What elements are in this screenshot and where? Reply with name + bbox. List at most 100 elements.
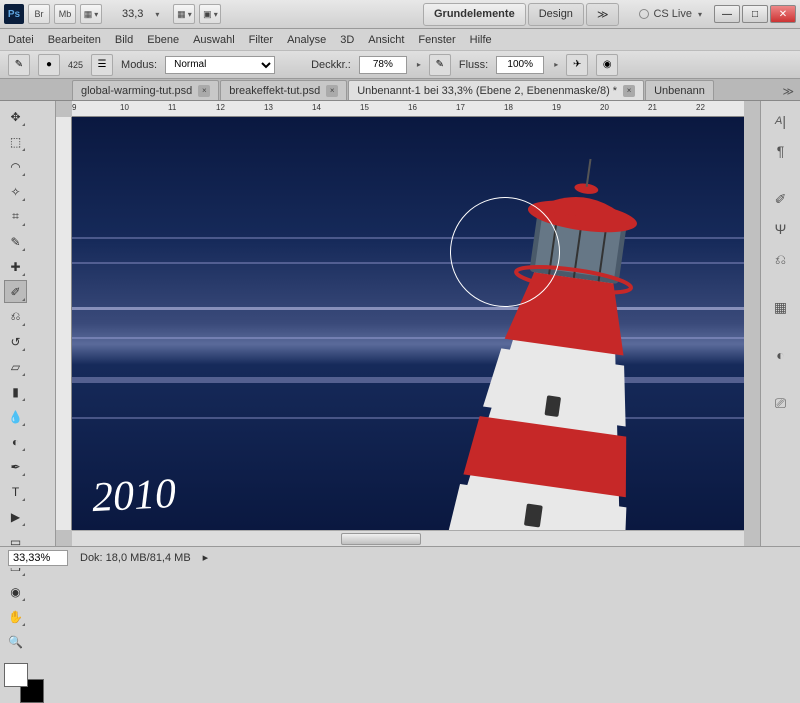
clone-stamp-tool[interactable]: ⎌ [4,305,27,328]
flow-slider-icon[interactable]: ▸ [554,60,558,69]
brush-panel-icon[interactable]: ✐ [767,187,795,211]
close-button[interactable]: ✕ [770,5,796,23]
lighthouse-image [372,147,744,530]
menu-image[interactable]: Bild [115,34,133,46]
pressure-opacity-toggle[interactable]: ✎ [429,54,451,76]
airbrush-toggle[interactable]: ✈ [566,54,588,76]
document-tab[interactable]: Unbenannt-1 bei 33,3% (Ebene 2, Ebenenma… [348,80,644,100]
document-tab[interactable]: Unbenann [645,80,714,100]
document-tab-label: Unbenann [654,85,705,97]
ruler-tick: 11 [168,103,176,112]
document-size-label: Dok: 18,0 MB/81,4 MB [80,552,191,564]
hand-tool[interactable]: ✋ [4,605,27,628]
arrange-docs-button[interactable]: ▦▾ [173,4,195,24]
menu-view[interactable]: Ansicht [368,34,404,46]
document-tab-label: breakeffekt-tut.psd [229,85,320,97]
pressure-size-toggle[interactable]: ◉ [596,54,618,76]
horizontal-scrollbar[interactable] [72,530,744,546]
panel-dock: A| ¶ ✐ Ψ ⎌ ▦ ◐ ⎚ [760,101,800,546]
tool-preset-picker[interactable]: ✎ [8,54,30,76]
blend-mode-select[interactable]: Normal [165,56,275,74]
brush-panel-toggle[interactable]: ☰ [91,54,113,76]
color-swatches[interactable] [4,663,44,703]
cslive-button[interactable]: CS Live ▾ [631,6,710,22]
magic-wand-tool[interactable]: ✧ [4,180,27,203]
paragraph-panel-icon[interactable]: ¶ [767,139,795,163]
status-zoom-input[interactable] [8,550,68,566]
view-extras-button[interactable]: ▦▾ [80,4,102,24]
ruler-tick: 13 [264,103,273,112]
flow-input[interactable] [496,56,544,74]
ruler-tick: 17 [456,103,465,112]
tool-presets-panel-icon[interactable]: ◐ [767,343,795,367]
eraser-tool[interactable]: ▱ [4,355,27,378]
close-tab-icon[interactable]: × [623,85,635,97]
document-tab[interactable]: breakeffekt-tut.psd × [220,80,347,100]
menu-layer[interactable]: Ebene [147,34,179,46]
canvas-area: 9 10 11 12 13 14 15 16 17 18 19 20 21 22… [56,101,760,546]
move-tool[interactable]: ✥ [4,105,27,128]
blur-tool[interactable]: 💧 [4,405,27,428]
minimize-button[interactable]: — [714,5,740,23]
horizontal-ruler[interactable]: 9 10 11 12 13 14 15 16 17 18 19 20 21 22… [72,101,744,117]
menu-3d[interactable]: 3D [340,34,354,46]
brush-presets-panel-icon[interactable]: Ψ [767,217,795,241]
opacity-input[interactable] [359,56,407,74]
brush-tool[interactable]: ✐ [4,280,27,303]
bridge-button[interactable]: Br [28,4,50,24]
zoom-tool[interactable]: 🔍 [4,630,27,653]
tabs-overflow-button[interactable]: ≫ [776,83,800,100]
menu-help[interactable]: Hilfe [470,34,492,46]
marquee-tool[interactable]: ⬚ [4,130,27,153]
maximize-button[interactable]: □ [742,5,768,23]
titlebar: Ps Br Mb ▦▾ 33,3▾ ▦▾ ▣▾ Grundelemente De… [0,0,800,29]
canvas[interactable]: 2010 [72,117,744,530]
status-menu-icon[interactable]: ▸ [203,551,209,564]
ruler-tick: 16 [408,103,417,112]
menu-select[interactable]: Auswahl [193,34,235,46]
close-tab-icon[interactable]: × [326,85,338,97]
opacity-label: Deckkr.: [311,59,351,71]
3d-camera-tool[interactable]: ◉ [4,580,27,603]
brush-size-label: 425 [68,60,83,70]
toolbox: ✥ ⬚ ◠ ✧ ⌗ ✎ ✚ ✐ ⎌ ↺ ▱ ▮ 💧 ◐ ✒ T ▶ ▭ ❒ ◉ … [0,101,56,546]
close-tab-icon[interactable]: × [198,85,210,97]
menu-edit[interactable]: Bearbeiten [48,34,101,46]
type-tool[interactable]: T [4,480,27,503]
ruler-tick: 21 [648,103,657,112]
zoom-dropdown-icon[interactable]: ▾ [155,10,159,19]
document-tab[interactable]: global-warming-tut.psd × [72,80,219,100]
history-brush-tool[interactable]: ↺ [4,330,27,353]
minibridge-button[interactable]: Mb [54,4,76,24]
screen-mode-button[interactable]: ▣▾ [199,4,221,24]
foreground-color-icon[interactable] [4,663,28,687]
path-selection-tool[interactable]: ▶ [4,505,27,528]
menu-file[interactable]: Datei [8,34,34,46]
dodge-tool[interactable]: ◐ [4,430,27,453]
actions-panel-icon[interactable]: ⎚ [767,391,795,415]
pen-tool[interactable]: ✒ [4,455,27,478]
brush-preset-picker[interactable]: ● [38,54,60,76]
lasso-tool[interactable]: ◠ [4,155,27,178]
ruler-tick: 15 [360,103,369,112]
workspace-more-button[interactable]: ≫ [586,3,620,26]
menu-filter[interactable]: Filter [249,34,273,46]
eyedropper-tool[interactable]: ✎ [4,230,27,253]
clone-source-panel-icon[interactable]: ⎌ [767,247,795,271]
workspace-tab-design[interactable]: Design [528,3,584,26]
healing-brush-tool[interactable]: ✚ [4,255,27,278]
zoom-level[interactable]: 33,3 [116,6,149,22]
character-panel-icon[interactable]: A| [767,109,795,133]
gradient-tool[interactable]: ▮ [4,380,27,403]
scrollbar-thumb[interactable] [341,533,421,545]
menu-window[interactable]: Fenster [418,34,455,46]
crop-tool[interactable]: ⌗ [4,205,27,228]
vertical-ruler[interactable] [56,117,72,530]
layer-comps-panel-icon[interactable]: ▦ [767,295,795,319]
workspace-tab-essentials[interactable]: Grundelemente [423,3,526,26]
document-tab-label: global-warming-tut.psd [81,85,192,97]
ruler-tick: 10 [120,103,129,112]
opacity-slider-icon[interactable]: ▸ [417,60,421,69]
menu-analysis[interactable]: Analyse [287,34,326,46]
ruler-tick: 12 [216,103,225,112]
